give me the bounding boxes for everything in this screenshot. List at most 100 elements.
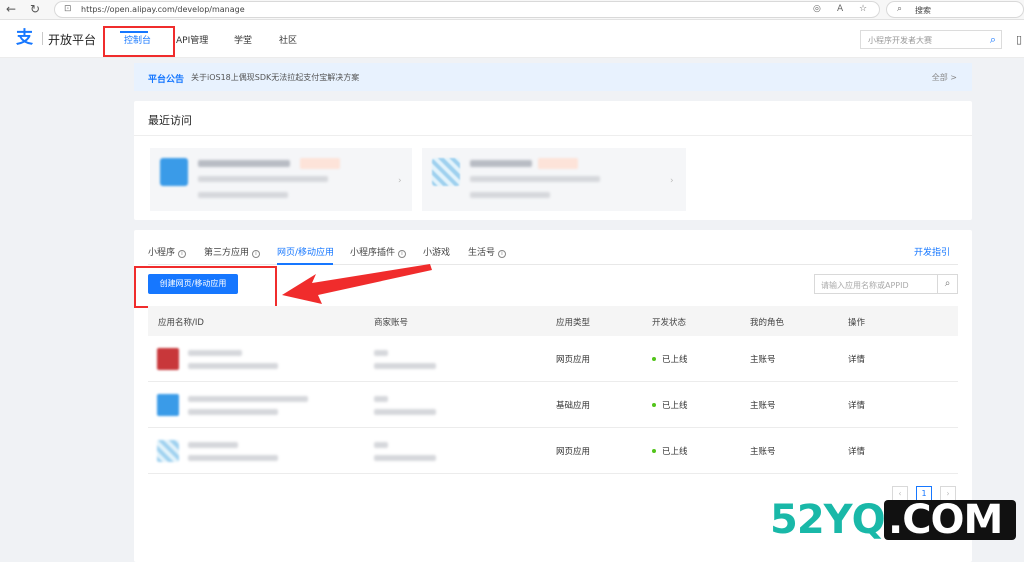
status-text: 已上线: [662, 447, 688, 457]
blurred-tag: [300, 158, 340, 169]
blurred-app-name: [198, 160, 290, 167]
watermark-box: .COM: [884, 497, 1016, 543]
lock-icon: ⊡: [64, 4, 72, 14]
my-role: 主账号: [750, 355, 776, 365]
blurred-account: [374, 396, 388, 402]
url-text: https://open.alipay.com/develop/manage: [81, 5, 245, 14]
translate-icon[interactable]: ◎: [813, 4, 821, 14]
col-action: 操作: [848, 318, 866, 328]
app-search-input[interactable]: 请输入应用名称或APPID ⌕: [814, 274, 958, 294]
detail-link[interactable]: 详情: [848, 399, 865, 411]
blurred-app-name: [188, 350, 242, 356]
create-web-app-button[interactable]: 创建网页/移动应用: [148, 274, 238, 294]
header-search-input[interactable]: 小程序开发者大赛 ⌕: [860, 30, 1002, 49]
table-row: 网页应用 已上线 主账号 详情: [148, 336, 958, 382]
logo-text[interactable]: 开放平台: [48, 31, 96, 48]
status-text: 已上线: [662, 355, 688, 365]
table-row: 基础应用 已上线 主账号 详情: [148, 382, 958, 428]
blurred-app-meta: [198, 192, 288, 198]
blurred-app-id: [188, 363, 278, 369]
info-icon: i: [252, 250, 261, 258]
tab-mini-plugin[interactable]: 小程序插件 i: [350, 245, 407, 258]
col-my-role: 我的角色: [750, 318, 785, 328]
read-aloud-icon[interactable]: A: [837, 4, 843, 14]
nav-api-management[interactable]: API管理: [176, 33, 208, 46]
dev-guide-link[interactable]: 开发指引: [914, 245, 950, 258]
tab-mini-program[interactable]: 小程序 i: [148, 245, 187, 258]
status-dot-icon: [652, 449, 656, 453]
recent-visits-card: 最近访问 › ›: [134, 101, 972, 220]
blurred-app-name: [188, 396, 308, 402]
tabs-divider: [148, 264, 958, 265]
status-text: 已上线: [662, 401, 688, 411]
recent-app-card[interactable]: ›: [150, 148, 412, 211]
detail-link[interactable]: 详情: [848, 353, 865, 365]
tab-label: 小程序: [148, 248, 176, 258]
tab-label: 网页/移动应用: [277, 248, 335, 258]
browser-toolbar: ← ↻ ⊡ https://open.alipay.com/develop/ma…: [0, 0, 1024, 20]
dev-status: 已上线: [652, 353, 688, 365]
app-icon: [157, 440, 179, 462]
tab-label: 小游戏: [423, 248, 451, 258]
app-icon: [157, 348, 179, 370]
col-merchant-account: 商家账号: [374, 318, 409, 328]
my-role: 主账号: [750, 401, 776, 411]
tab-life-account[interactable]: 生活号 i: [468, 245, 507, 258]
favorite-star-icon[interactable]: ☆: [859, 4, 867, 14]
blurred-app-id: [188, 409, 278, 415]
blurred-app-meta: [470, 192, 550, 198]
chevron-right-icon: ›: [670, 176, 674, 186]
header-search-placeholder: 小程序开发者大赛: [868, 36, 932, 45]
my-role: 主账号: [750, 447, 776, 457]
tab-label: 小程序插件: [350, 248, 396, 258]
tab-label: 生活号: [468, 248, 496, 258]
detail-link[interactable]: 详情: [848, 445, 865, 457]
back-icon[interactable]: ←: [4, 2, 18, 16]
status-dot-icon: [652, 403, 656, 407]
alipay-logo-icon[interactable]: 支: [16, 28, 38, 48]
notice-text[interactable]: 关于iOS18上偶现SDK无法拉起支付宝解决方案: [191, 72, 359, 83]
recent-app-card[interactable]: ›: [422, 148, 686, 211]
recent-title: 最近访问: [148, 114, 192, 127]
nav-academy[interactable]: 学堂: [234, 33, 252, 46]
tab-mini-game[interactable]: 小游戏: [423, 245, 450, 258]
chevron-right-icon: ›: [398, 176, 402, 186]
info-icon: i: [178, 250, 187, 258]
blurred-account: [374, 442, 388, 448]
blurred-account-email: [374, 409, 436, 415]
notice-label: 平台公告: [148, 75, 185, 85]
bell-icon[interactable]: ▯: [1016, 33, 1022, 46]
search-icon[interactable]: ⌕: [990, 33, 996, 47]
blurred-account-email: [374, 455, 436, 461]
app-icon: [160, 158, 188, 186]
app-icon: [157, 394, 179, 416]
app-search-placeholder: 请输入应用名称或APPID: [821, 281, 909, 290]
search-icon[interactable]: ⌕: [937, 275, 957, 293]
blurred-tag: [538, 158, 578, 169]
nav-community[interactable]: 社区: [279, 33, 297, 46]
dev-status: 已上线: [652, 445, 688, 457]
browser-search-label: 搜索: [915, 6, 931, 15]
browser-search-box[interactable]: ⌕ 搜索: [886, 1, 1024, 18]
notice-all-link[interactable]: 全部 >: [932, 72, 957, 83]
blurred-app-name: [470, 160, 532, 167]
app-type: 基础应用: [556, 401, 591, 411]
tab-label: 第三方应用: [204, 248, 250, 258]
tab-web-mobile[interactable]: 网页/移动应用: [277, 245, 334, 258]
reload-icon[interactable]: ↻: [28, 2, 42, 16]
watermark-left: 52YQ: [770, 497, 886, 543]
tab-active-indicator: [277, 263, 333, 265]
col-app-name: 应用名称/ID: [158, 318, 204, 328]
platform-notice: 平台公告 关于iOS18上偶现SDK无法拉起支付宝解决方案 全部 >: [134, 63, 972, 91]
col-app-type: 应用类型: [556, 318, 591, 328]
info-icon: i: [498, 250, 507, 258]
search-icon: ⌕: [897, 4, 903, 14]
logo-divider: [42, 32, 43, 45]
blurred-app-id: [188, 455, 278, 461]
blurred-account: [374, 350, 388, 356]
app-type: 网页应用: [556, 355, 591, 365]
col-dev-status: 开发状态: [652, 318, 687, 328]
tab-third-party[interactable]: 第三方应用 i: [204, 245, 261, 258]
address-bar[interactable]: ⊡ https://open.alipay.com/develop/manage…: [54, 1, 880, 18]
status-dot-icon: [652, 357, 656, 361]
